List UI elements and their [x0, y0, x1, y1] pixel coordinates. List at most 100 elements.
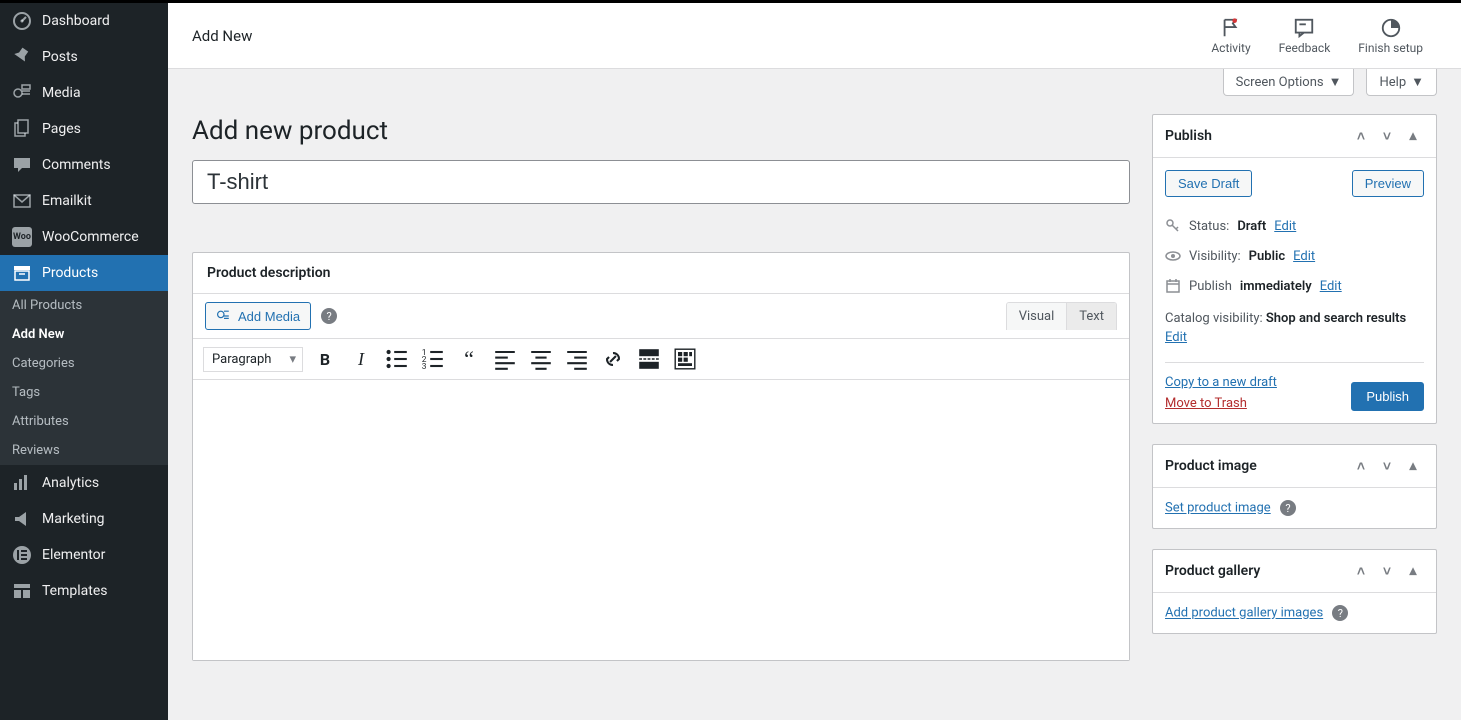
media-icon — [216, 308, 232, 324]
key-icon — [1165, 218, 1181, 234]
help-icon[interactable]: ? — [1280, 500, 1296, 516]
screen-options-tab[interactable]: Screen Options ▼ — [1223, 69, 1355, 96]
archive-icon — [12, 263, 32, 283]
sidebar-label: Pages — [42, 121, 81, 137]
edit-catalog-link[interactable]: Edit — [1165, 330, 1424, 345]
topbar-action-label: Feedback — [1279, 41, 1331, 55]
edit-status-link[interactable]: Edit — [1274, 219, 1296, 234]
sidebar-label: Media — [42, 85, 81, 101]
collapse-icon[interactable]: ▴ — [1402, 125, 1424, 147]
metabox-title: Publish — [1165, 128, 1212, 144]
product-description-box: Product description Add Media ? Visual T… — [192, 252, 1130, 661]
help-icon[interactable]: ? — [321, 308, 337, 324]
submenu-attributes[interactable]: Attributes — [0, 407, 168, 436]
editor-content-area[interactable] — [193, 380, 1129, 660]
submenu-all-products[interactable]: All Products — [0, 291, 168, 320]
product-title-input[interactable] — [192, 160, 1130, 204]
sidebar-item-elementor[interactable]: Elementor — [0, 537, 168, 573]
help-label: Help — [1379, 75, 1406, 90]
submenu-reviews[interactable]: Reviews — [0, 436, 168, 465]
sidebar-item-woocommerce[interactable]: Woo WooCommerce — [0, 219, 168, 255]
collapse-icon[interactable]: ▴ — [1402, 560, 1424, 582]
submenu-categories[interactable]: Categories — [0, 349, 168, 378]
read-more-button[interactable] — [635, 345, 663, 373]
sidebar-item-pages[interactable]: Pages — [0, 111, 168, 147]
link-button[interactable] — [599, 345, 627, 373]
svg-text:3: 3 — [422, 362, 427, 372]
sidebar-label: Products — [42, 265, 98, 281]
visibility-value: Public — [1249, 249, 1285, 264]
save-draft-button[interactable]: Save Draft — [1165, 170, 1252, 197]
format-select-label: Paragraph — [212, 352, 271, 367]
woo-icon: Woo — [12, 227, 32, 247]
move-down-icon[interactable]: ˅ — [1376, 455, 1398, 477]
blockquote-button[interactable]: “ — [455, 345, 483, 373]
help-tab[interactable]: Help ▼ — [1366, 69, 1437, 96]
italic-button[interactable]: I — [347, 345, 375, 373]
submenu-add-new[interactable]: Add New — [0, 320, 168, 349]
editor-tab-text[interactable]: Text — [1067, 303, 1116, 330]
preview-button[interactable]: Preview — [1352, 170, 1424, 197]
visibility-label: Visibility: — [1189, 249, 1241, 264]
envelope-icon — [12, 191, 32, 211]
catalog-label: Catalog visibility: — [1165, 311, 1263, 326]
topbar-feedback[interactable]: Feedback — [1265, 17, 1345, 55]
align-left-button[interactable] — [491, 345, 519, 373]
set-product-image-link[interactable]: Set product image — [1165, 501, 1271, 516]
help-icon[interactable]: ? — [1332, 605, 1348, 621]
sidebar-label: Emailkit — [42, 193, 92, 209]
product-image-metabox: Product image ˄ ˅ ▴ Set product image ? — [1152, 444, 1437, 529]
move-down-icon[interactable]: ˅ — [1376, 560, 1398, 582]
sidebar-item-templates[interactable]: Templates — [0, 573, 168, 609]
add-gallery-images-link[interactable]: Add product gallery images — [1165, 606, 1323, 621]
add-media-button[interactable]: Add Media — [205, 302, 311, 330]
submenu-tags[interactable]: Tags — [0, 378, 168, 407]
screen-options-label: Screen Options — [1236, 75, 1324, 90]
sidebar-item-analytics[interactable]: Analytics — [0, 465, 168, 501]
topbar: Add New Activity Feedback Finish setup — [168, 3, 1461, 69]
move-down-icon[interactable]: ˅ — [1376, 125, 1398, 147]
sidebar-item-posts[interactable]: Posts — [0, 39, 168, 75]
sidebar-item-media[interactable]: Media — [0, 75, 168, 111]
progress-circle-icon — [1380, 17, 1402, 39]
publish-button[interactable]: Publish — [1351, 382, 1424, 411]
schedule-label: Publish — [1189, 279, 1232, 294]
toolbar-toggle-button[interactable] — [671, 345, 699, 373]
edit-visibility-link[interactable]: Edit — [1293, 249, 1315, 264]
megaphone-icon — [12, 509, 32, 529]
sidebar-submenu-products: All Products Add New Categories Tags Att… — [0, 291, 168, 465]
admin-sidebar: Dashboard Posts Media Pages Comments Ema… — [0, 3, 168, 720]
align-center-button[interactable] — [527, 345, 555, 373]
sidebar-item-comments[interactable]: Comments — [0, 147, 168, 183]
move-up-icon[interactable]: ˄ — [1350, 455, 1372, 477]
numbered-list-button[interactable]: 123 — [419, 345, 447, 373]
move-trash-link[interactable]: Move to Trash — [1165, 396, 1277, 411]
edit-schedule-link[interactable]: Edit — [1320, 279, 1342, 294]
topbar-activity[interactable]: Activity — [1197, 17, 1264, 55]
collapse-icon[interactable]: ▴ — [1402, 455, 1424, 477]
chevron-down-icon: ▼ — [1411, 74, 1424, 90]
editor-tab-visual[interactable]: Visual — [1007, 303, 1068, 330]
sidebar-label: Analytics — [42, 475, 99, 491]
pin-icon — [12, 47, 32, 67]
copy-draft-link[interactable]: Copy to a new draft — [1165, 375, 1277, 390]
bullet-list-button[interactable] — [383, 345, 411, 373]
sidebar-item-marketing[interactable]: Marketing — [0, 501, 168, 537]
bold-button[interactable]: B — [311, 345, 339, 373]
postbox-header: Product description — [193, 253, 1129, 294]
align-right-button[interactable] — [563, 345, 591, 373]
sidebar-label: Dashboard — [42, 13, 110, 29]
sidebar-item-dashboard[interactable]: Dashboard — [0, 3, 168, 39]
topbar-action-label: Activity — [1211, 41, 1250, 55]
move-up-icon[interactable]: ˄ — [1350, 560, 1372, 582]
catalog-value: Shop and search results — [1266, 311, 1406, 326]
sidebar-item-emailkit[interactable]: Emailkit — [0, 183, 168, 219]
schedule-value: immediately — [1240, 279, 1312, 294]
chevron-down-icon: ▼ — [1329, 74, 1342, 90]
screen-tabs: Screen Options ▼ Help ▼ — [192, 69, 1437, 96]
paragraph-format-select[interactable]: Paragraph — [203, 347, 303, 372]
sidebar-item-products[interactable]: Products — [0, 255, 168, 291]
move-up-icon[interactable]: ˄ — [1350, 125, 1372, 147]
product-gallery-metabox: Product gallery ˄ ˅ ▴ Add product galler… — [1152, 549, 1437, 634]
topbar-finish-setup[interactable]: Finish setup — [1344, 17, 1437, 55]
